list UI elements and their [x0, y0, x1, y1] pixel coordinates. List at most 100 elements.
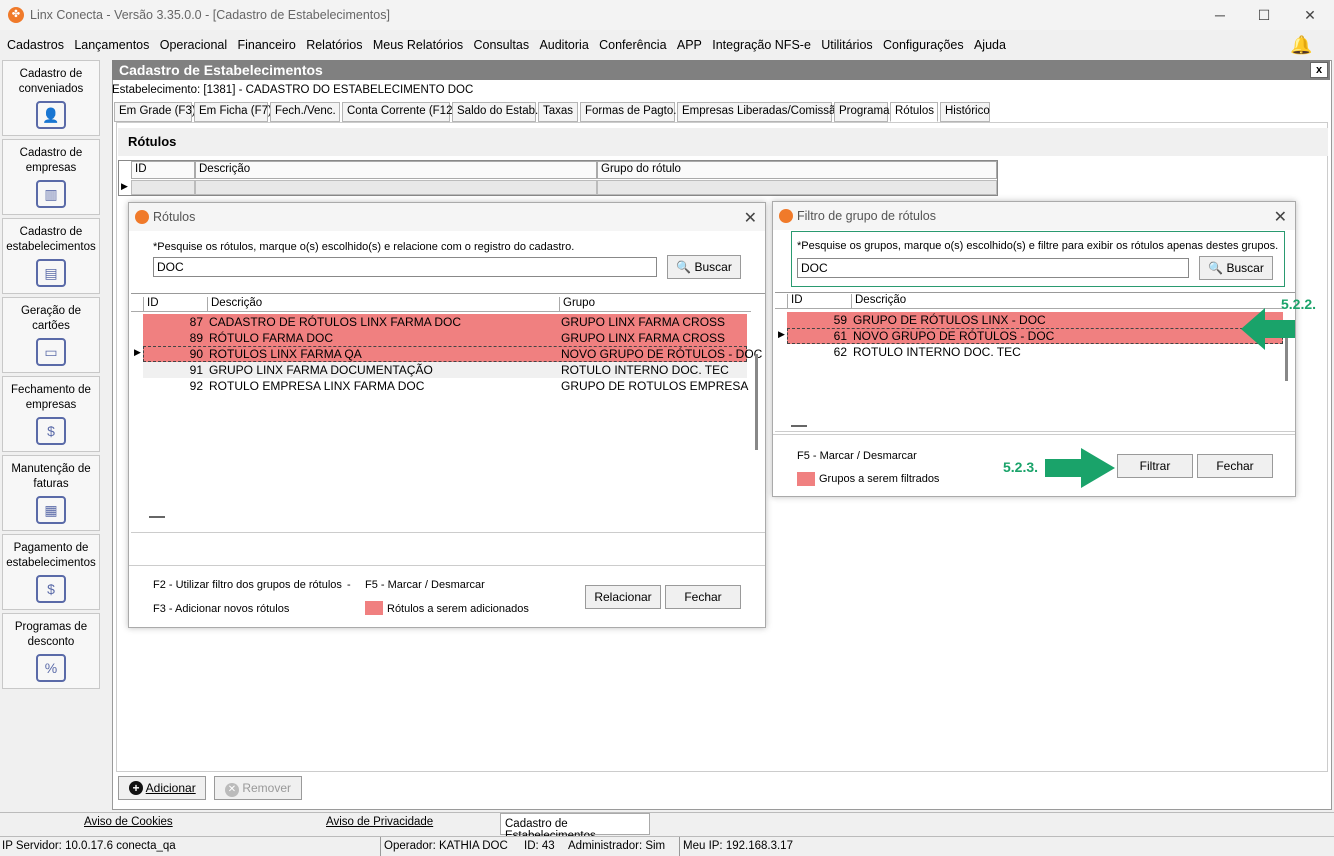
sidebar: Cadastro de conveniados 👤 Cadastro de emp… — [0, 60, 104, 810]
tab-conta-corrente[interactable]: Conta Corrente (F12) — [342, 102, 456, 122]
tab-empresas-liberadas[interactable]: Empresas Liberadas/Comissão — [677, 102, 842, 122]
menu-lancamentos[interactable]: Lançamentos — [74, 34, 149, 56]
f5-hint: F5 - Marcar / Desmarcar — [797, 450, 917, 462]
list-header-descricao[interactable]: Descrição — [207, 297, 559, 312]
list-header-descricao[interactable]: Descrição — [851, 294, 1281, 309]
relacionar-button[interactable]: Relacionar — [585, 585, 661, 609]
sidebar-item-empresas[interactable]: Cadastro de empresas ▥ — [2, 139, 100, 215]
list-item[interactable]: 89 RÓTULO FARMA DOC GRUPO LINX FARMA CRO… — [143, 330, 747, 346]
tab-formas-pagto[interactable]: Formas de Pagto. — [580, 102, 676, 122]
menu-auditoria[interactable]: Auditoria — [539, 34, 588, 56]
row-pointer-icon: ▶ — [121, 181, 128, 191]
close-icon[interactable]: x — [1310, 62, 1328, 78]
plus-icon: + — [129, 781, 143, 795]
establishment-label: Estabelecimento: [1381] - CADASTRO DO ES… — [112, 84, 474, 96]
list-item[interactable]: 61 NOVO GRUPO DE RÓTULOS - DOC — [787, 328, 1283, 344]
list-item[interactable]: 62 ROTULO INTERNO DOC. TEC — [787, 344, 1283, 360]
search-input[interactable]: DOC — [153, 257, 657, 277]
dialog-title: Rótulos — [153, 210, 196, 224]
sidebar-item-label: Programas de desconto — [14, 621, 88, 648]
menu-cadastros[interactable]: Cadastros — [7, 34, 64, 56]
search-input[interactable]: DOC — [797, 258, 1189, 278]
tab-taxas[interactable]: Taxas — [538, 102, 578, 122]
list-item[interactable]: 92 ROTULO EMPRESA LINX FARMA DOC GRUPO D… — [143, 378, 749, 394]
person-icon: 👤 — [36, 101, 66, 129]
privacy-link[interactable]: Aviso de Privacidade — [326, 816, 433, 828]
menu-consultas[interactable]: Consultas — [474, 34, 530, 56]
menu-configuracoes[interactable]: Configurações — [883, 34, 964, 56]
grid-cell[interactable] — [195, 180, 597, 195]
row-desc: ROTULOS LINX FARMA QA — [209, 347, 362, 361]
green-arrow-right-icon — [1045, 448, 1115, 488]
dialog-footer — [129, 565, 765, 566]
window-title: Linx Conecta - Versão 3.35.0.0 - [Cadast… — [30, 8, 390, 22]
sidebar-item-cartoes[interactable]: Geração de cartões ▭ — [2, 297, 100, 373]
close-icon[interactable]: ✕ — [744, 208, 757, 228]
sidebar-item-faturas[interactable]: Manutenção de faturas ▦ — [2, 455, 100, 531]
menu-ajuda[interactable]: Ajuda — [974, 34, 1006, 56]
close-icon[interactable]: ✕ — [1298, 4, 1322, 26]
status-admin: Administrador: Sim — [568, 840, 666, 852]
grid-header-grupo[interactable]: Grupo do rótulo — [597, 161, 997, 179]
list-header: ID Descrição Grupo — [131, 296, 751, 312]
fechar-button[interactable]: Fechar — [665, 585, 741, 609]
menu-relatorios[interactable]: Relatórios — [306, 34, 362, 56]
filtro-dialog-titlebar: Filtro de grupo de rótulos ✕ — [773, 202, 1295, 230]
f3-hint: F3 - Adicionar novos rótulos — [153, 603, 290, 615]
menu-meus-relatorios[interactable]: Meus Relatórios — [373, 34, 463, 56]
tab-saldo[interactable]: Saldo do Estab. — [452, 102, 538, 122]
sidebar-item-estabelecimentos[interactable]: Cadastro de estabelecimentos ▤ — [2, 218, 100, 294]
sidebar-item-descontos[interactable]: Programas de desconto% — [2, 613, 100, 689]
cookies-link[interactable]: Aviso de Cookies — [84, 816, 173, 828]
filtrar-button[interactable]: Filtrar — [1117, 454, 1193, 478]
grid-header-id[interactable]: ID — [131, 161, 195, 179]
row-pointer-icon: ▶ — [134, 347, 141, 357]
tab-em-ficha[interactable]: Em Ficha (F7) — [194, 102, 272, 122]
close-icon[interactable]: ✕ — [1274, 207, 1287, 227]
list-item[interactable]: 59 GRUPO DE RÓTULOS LINX - DOC — [787, 312, 1283, 328]
search-button-label: Buscar — [1226, 261, 1264, 275]
remove-button[interactable]: ✕ Remover — [214, 776, 302, 800]
list-header: ID Descrição — [775, 293, 1283, 309]
grid-header-descricao[interactable]: Descrição — [195, 161, 597, 179]
tab-fech-venc[interactable]: Fech./Venc. — [270, 102, 340, 122]
list-item[interactable]: 87 CADASTRO DE RÓTULOS LINX FARMA DOC GR… — [143, 314, 747, 330]
f5-hint: F5 - Marcar / Desmarcar — [365, 579, 485, 591]
sidebar-item-label: Pagamento de estabelecimentos — [6, 542, 96, 569]
row-id: 87 — [189, 315, 203, 329]
list-header-grupo[interactable]: Grupo — [559, 297, 749, 312]
bell-icon[interactable]: 🔔 — [1290, 35, 1312, 56]
tab-historico[interactable]: Histórico — [940, 102, 990, 122]
menu-integracao-nfse[interactable]: Integração NFS-e — [712, 34, 811, 56]
grid-cell[interactable] — [597, 180, 997, 195]
tab-programa[interactable]: Programa — [834, 102, 890, 122]
window-tab-current[interactable]: Cadastro de Estabelecimentos — [500, 813, 650, 842]
scrollbar[interactable] — [755, 354, 758, 450]
search-button[interactable]: 🔍 Buscar — [1199, 256, 1273, 280]
fechar-button[interactable]: Fechar — [1197, 454, 1273, 478]
search-button[interactable]: 🔍 Buscar — [667, 255, 741, 279]
minimize-icon[interactable]: ─ — [1208, 4, 1232, 26]
menu-operacional[interactable]: Operacional — [160, 34, 227, 56]
search-button-label: Buscar — [694, 260, 732, 274]
sidebar-item-fechamento[interactable]: Fechamento de empresas $ — [2, 376, 100, 452]
tab-em-grade[interactable]: Em Grade (F3) — [114, 102, 196, 122]
list-header-id[interactable]: ID — [143, 297, 207, 312]
grid-cell[interactable] — [131, 180, 195, 195]
maximize-icon[interactable]: ☐ — [1252, 4, 1276, 26]
remove-icon: ✕ — [225, 783, 239, 797]
menu-financeiro[interactable]: Financeiro — [237, 34, 295, 56]
tab-rotulos[interactable]: Rótulos — [890, 102, 938, 122]
sidebar-item-label: Cadastro de empresas — [19, 147, 83, 174]
list-item[interactable]: 91 GRUPO LINX FARMA DOCUMENTAÇÃO ROTULO … — [143, 362, 747, 378]
add-button[interactable]: + Adicionar — [118, 776, 206, 800]
menu-conferencia[interactable]: Conferência — [599, 34, 666, 56]
sidebar-item-conveniados[interactable]: Cadastro de conveniados 👤 — [2, 60, 100, 136]
list-header-id[interactable]: ID — [787, 294, 851, 309]
sidebar-item-label: Fechamento de empresas — [11, 384, 91, 411]
card-icon: ▭ — [36, 338, 66, 366]
sidebar-item-pagamento[interactable]: Pagamento de estabelecimentos $ — [2, 534, 100, 610]
list-item[interactable]: 90 ROTULOS LINX FARMA QA NOVO GRUPO DE R… — [143, 346, 762, 362]
menu-utilitarios[interactable]: Utilitários — [821, 34, 872, 56]
menu-app[interactable]: APP — [677, 34, 702, 56]
